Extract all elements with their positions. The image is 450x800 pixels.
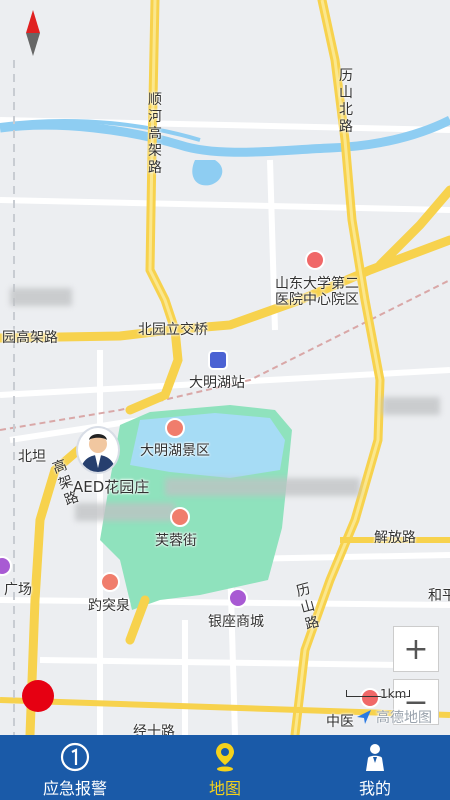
compass-icon[interactable] bbox=[22, 8, 44, 58]
zoom-in-button[interactable]: + bbox=[393, 626, 439, 672]
hospital-marker-icon[interactable] bbox=[305, 250, 325, 270]
shopping-marker-icon[interactable] bbox=[228, 588, 248, 608]
road-label-lishan-north: 历山北路 bbox=[339, 68, 353, 135]
poi-label-hospital: 山东大学第二医院中心院区 bbox=[275, 276, 359, 308]
road-label-jingshi: 经十路 bbox=[133, 724, 175, 735]
road-label-shunhe: 顺河高架路 bbox=[148, 92, 162, 176]
blurred-label bbox=[10, 288, 72, 306]
aed-avatar[interactable] bbox=[76, 426, 120, 474]
tab-emergency-label: 应急报警 bbox=[42, 779, 107, 798]
blurred-label bbox=[165, 478, 360, 496]
tab-bar: 应急报警 地图 我的 bbox=[0, 735, 450, 800]
road-label-beitan: 北坦 bbox=[18, 449, 46, 465]
road-label-gaojia-left: 园高架路 bbox=[2, 330, 58, 346]
tab-emergency[interactable]: 应急报警 bbox=[0, 735, 150, 800]
scenic-marker-icon[interactable] bbox=[165, 418, 185, 438]
poi-label-baotuquan: 趵突泉 bbox=[88, 598, 130, 614]
alert-dot-icon[interactable] bbox=[22, 680, 54, 712]
poi-label-daminghu-station: 大明湖站 bbox=[189, 375, 245, 391]
blurred-label bbox=[382, 397, 440, 415]
road-label-he: 和平 bbox=[428, 588, 450, 604]
map-view[interactable]: 顺河高架路 历山北路 园高架路 北园立交桥 北坦 高架路 解放路 历山路 广场 … bbox=[0, 0, 450, 735]
poi-label-furongjie: 芙蓉街 bbox=[155, 533, 197, 549]
person-icon bbox=[359, 741, 391, 773]
poi-label-daminghu-scenic: 大明湖景区 bbox=[140, 443, 210, 459]
tab-map-label: 地图 bbox=[208, 779, 241, 798]
map-logo-icon bbox=[356, 709, 372, 725]
map-watermark: 高德地图 bbox=[376, 710, 432, 726]
metro-station-icon[interactable] bbox=[208, 350, 228, 370]
road-label-jiefang: 解放路 bbox=[374, 530, 416, 546]
scenic-marker-icon[interactable] bbox=[100, 572, 120, 592]
road-label-beiyuan-bridge: 北园立交桥 bbox=[138, 322, 208, 338]
location-pin-icon bbox=[209, 741, 241, 773]
poi-label-aed: AED花园庄 bbox=[73, 478, 150, 496]
scale-label: 1km bbox=[380, 687, 407, 701]
tab-mine-label: 我的 bbox=[358, 779, 391, 798]
poi-label-yinzuo: 银座商城 bbox=[208, 614, 264, 630]
road-label-guangchang: 广场 bbox=[4, 582, 32, 598]
blurred-label bbox=[75, 503, 175, 521]
scenic-marker-icon[interactable] bbox=[170, 507, 190, 527]
tab-mine[interactable]: 我的 bbox=[300, 735, 450, 800]
road-label-zhongyi: 中医 bbox=[326, 714, 354, 730]
tab-map[interactable]: 地图 bbox=[150, 735, 300, 800]
alarm-icon bbox=[59, 741, 91, 773]
